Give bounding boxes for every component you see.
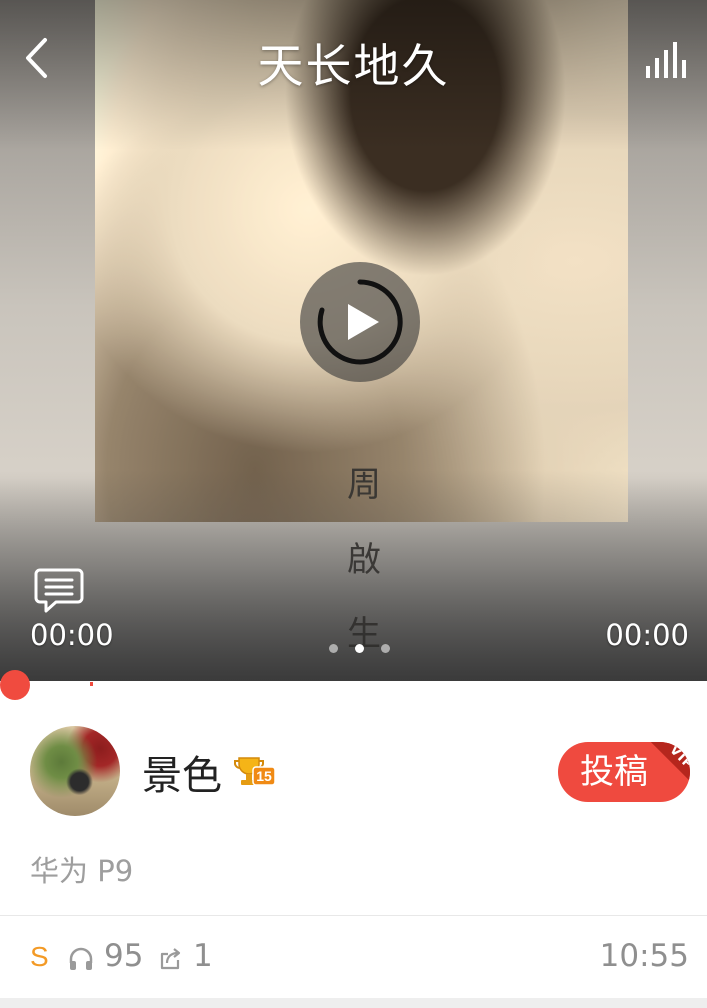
quality-badge: S — [30, 941, 49, 972]
bottom-separator — [0, 998, 707, 1008]
player-area: 周 啟 生 天长地久 — [0, 0, 707, 683]
song-duration: 10:55 — [599, 938, 689, 974]
play-button[interactable] — [300, 262, 420, 382]
comment-button[interactable] — [34, 566, 84, 614]
progress-handle[interactable] — [0, 670, 30, 700]
submit-button-label: 投稿 — [580, 752, 648, 792]
equalizer-button[interactable] — [642, 40, 690, 80]
page-dot[interactable] — [381, 644, 390, 653]
device-info: 华为 P9 — [30, 854, 134, 888]
song-title: 天长地久 — [257, 39, 450, 93]
page-dot-active[interactable] — [355, 644, 364, 653]
level-number: 15 — [256, 768, 272, 784]
page-dot[interactable] — [329, 644, 338, 653]
equalizer-icon — [646, 42, 686, 78]
avatar[interactable] — [30, 726, 120, 816]
play-loading-icon — [317, 279, 403, 365]
total-time: 00:00 — [605, 618, 689, 652]
buffer-marker — [90, 682, 93, 686]
trophy-level-badge: 15 — [234, 757, 276, 786]
page-indicator — [329, 644, 399, 654]
song-player-screen: 周 啟 生 天长地久 — [0, 0, 707, 1008]
submit-button[interactable]: 投稿 VIP — [558, 742, 690, 802]
headphones-icon — [69, 947, 93, 970]
share-count: 1 — [193, 938, 213, 974]
share-icon — [160, 948, 181, 970]
progress-bar[interactable] — [0, 681, 707, 685]
listen-count: 95 — [104, 938, 144, 974]
divider — [0, 915, 707, 916]
current-time: 00:00 — [30, 618, 114, 652]
username[interactable]: 景色 — [142, 743, 222, 801]
comment-bubble-icon — [34, 568, 84, 613]
